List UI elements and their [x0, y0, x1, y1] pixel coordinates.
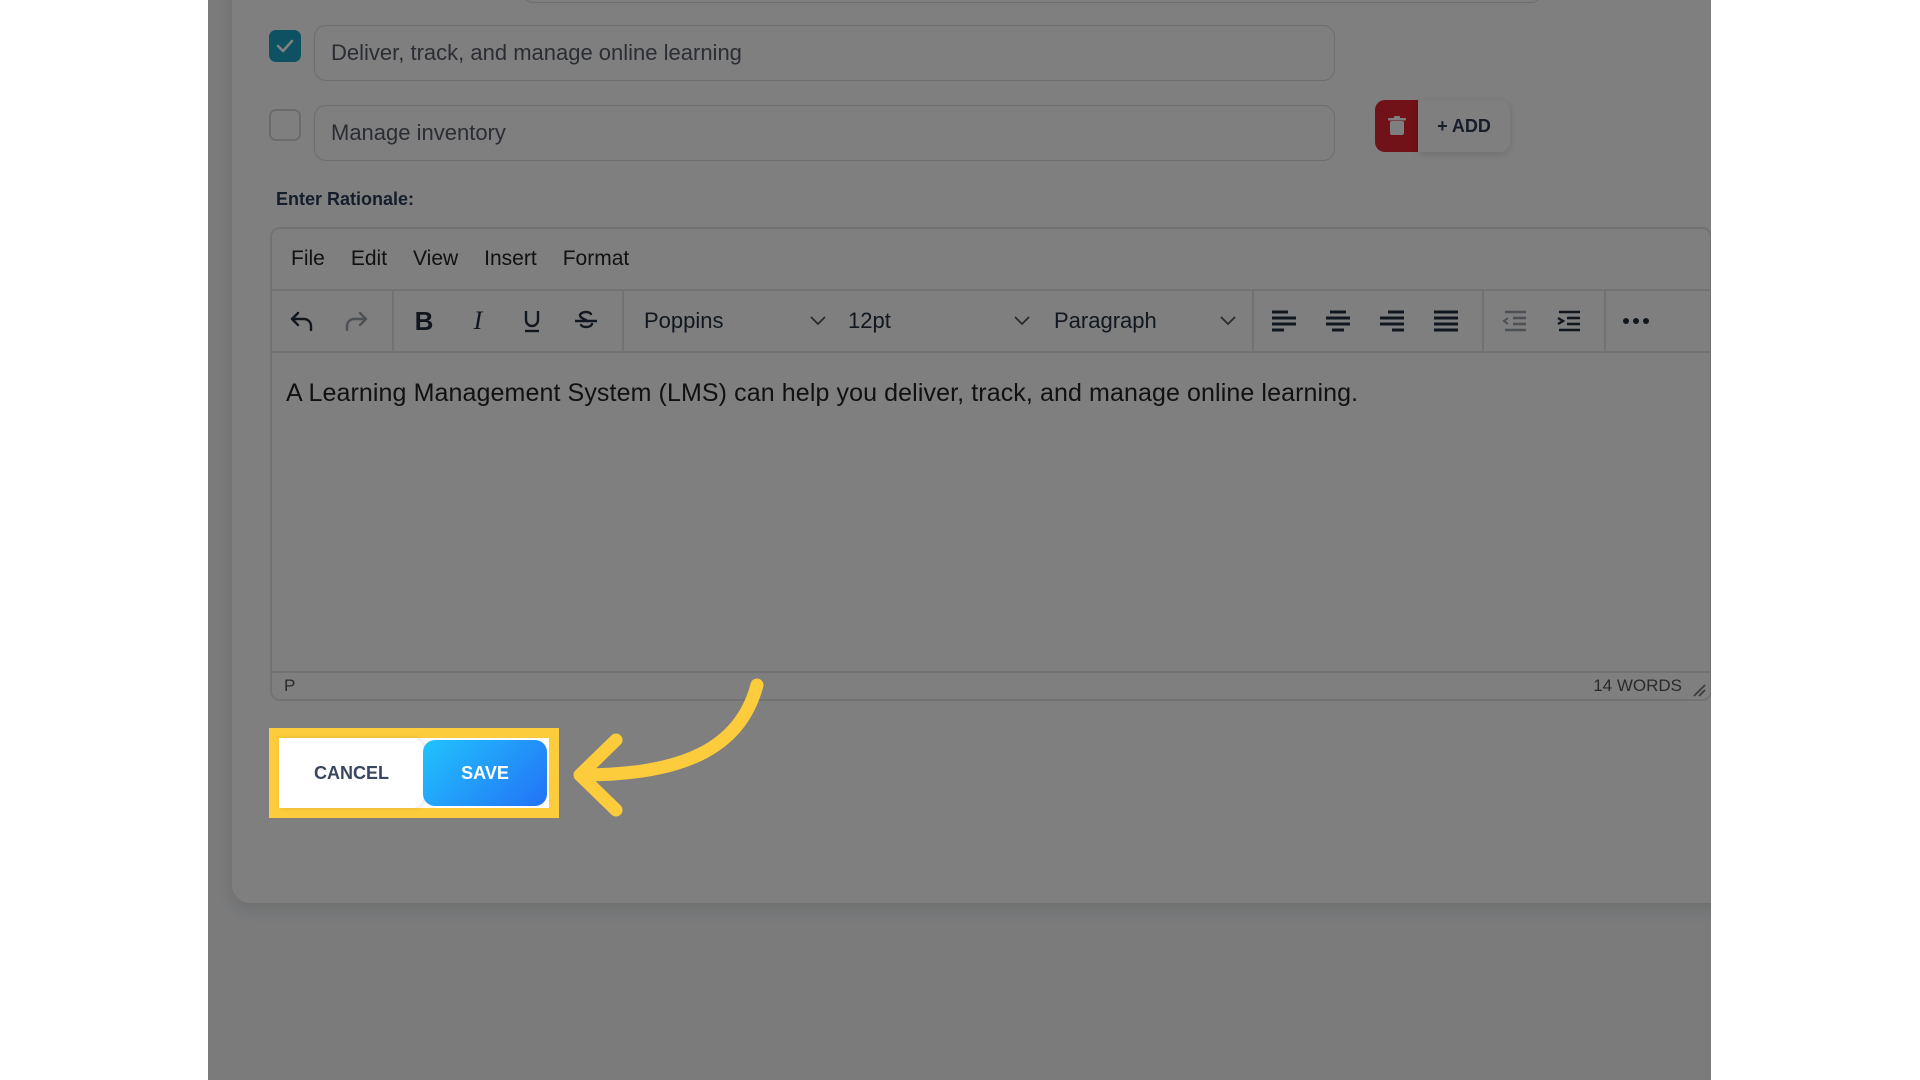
form-actions: CANCEL SAVE — [279, 738, 549, 808]
save-button[interactable]: SAVE — [423, 740, 547, 806]
cancel-button[interactable]: CANCEL — [279, 738, 424, 808]
dim-overlay — [208, 0, 1711, 1080]
pointer-arrow-icon — [573, 678, 764, 817]
page: Deliver, track, and manage online learni… — [208, 0, 1711, 1080]
